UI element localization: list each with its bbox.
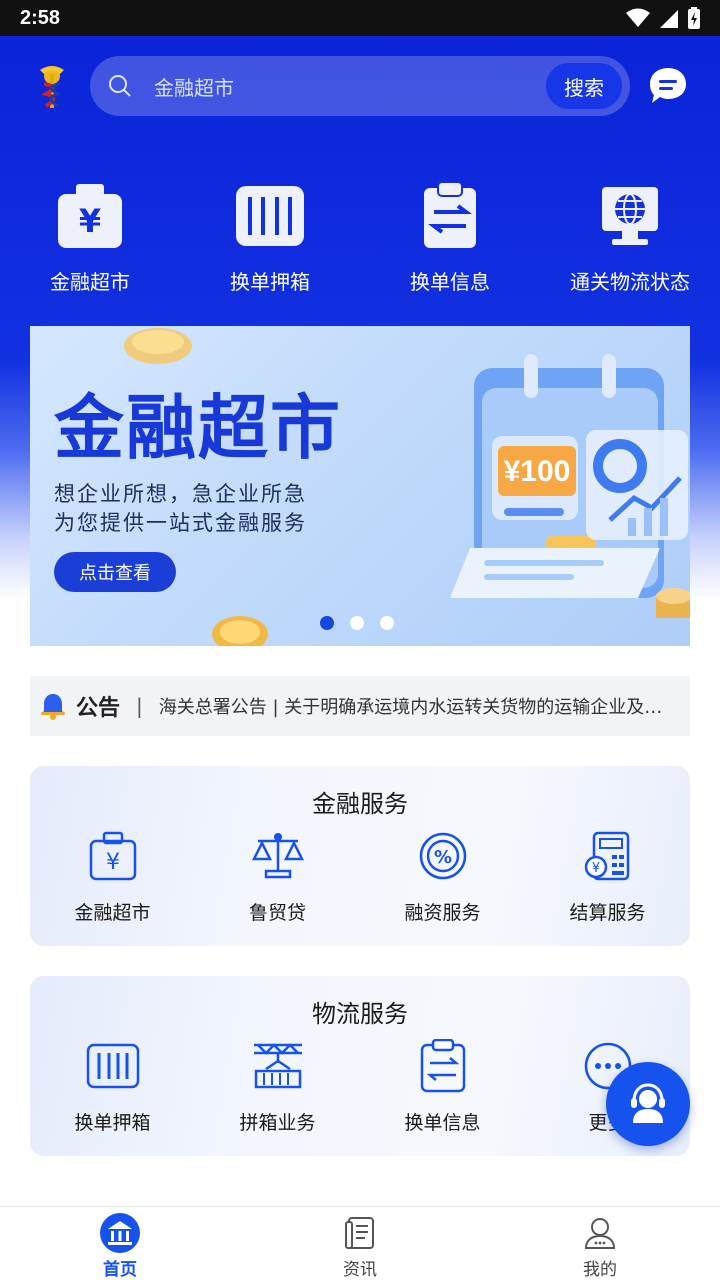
search-bar[interactable]: 金融超市 搜索 [90, 56, 630, 116]
wifi-icon [626, 8, 650, 27]
wallet-yen-icon: ¥ [54, 180, 126, 252]
banner-title: 金融超市 [54, 387, 342, 469]
banner-subtitle-line: 为您提供一站式金融服务 [54, 511, 307, 535]
logistics-services-card: 物流服务 换单押箱 拼箱业务 换单信息 更多 [30, 976, 690, 1156]
scale-icon [250, 828, 306, 884]
service-item-finance-market[interactable]: ¥ 金融超市 [30, 828, 195, 925]
service-item-lumaodai[interactable]: 鲁贸贷 [195, 828, 360, 925]
status-bar: 2:58 [0, 0, 720, 36]
tab-news[interactable]: 资讯 [240, 1207, 480, 1280]
service-item-label: 金融超市 [74, 902, 151, 924]
svg-text:¥: ¥ [106, 850, 120, 875]
user-icon [579, 1213, 621, 1253]
customs-logo-icon[interactable] [32, 60, 72, 112]
service-item-label: 换单押箱 [74, 1112, 151, 1134]
clipboard-exchange-icon [414, 180, 486, 252]
container-icon [234, 180, 306, 252]
notice-text[interactable]: 海关总署公告 | 关于明确承运境内水运转关货物的运输企业及其船舶的条件... [159, 693, 671, 719]
wallet-yen-icon: ¥ [85, 828, 141, 884]
tab-label: 我的 [583, 1260, 617, 1280]
service-item-container-exchange[interactable]: 换单押箱 [30, 1038, 195, 1135]
search-icon [90, 74, 150, 98]
quick-item-label: 换单信息 [410, 270, 490, 294]
quick-item-label: 金融超市 [50, 270, 130, 294]
section-title: 金融服务 [312, 790, 408, 818]
promo-banner[interactable]: 金融超市 想企业所想，急企业所急 为您提供一站式金融服务 点击查看 ¥100 [30, 326, 690, 646]
banner-subtitle-line: 想企业所想，急企业所急 [54, 482, 307, 506]
bell-icon [41, 694, 65, 720]
tab-label: 资讯 [343, 1260, 377, 1280]
banner-dot[interactable] [320, 616, 334, 630]
banner-pagination [320, 616, 394, 630]
banner-card-amount: ¥100 [504, 455, 571, 488]
calendar-finance-illustration: ¥100 [450, 354, 690, 618]
container-icon [85, 1038, 141, 1094]
home-bank-icon [99, 1213, 141, 1253]
tab-profile[interactable]: 我的 [480, 1207, 720, 1280]
service-item-label: 结算服务 [569, 902, 646, 924]
finance-services-grid: ¥ 金融超市 鲁贸贷 % 融资服务 ¥ 结算服务 [30, 828, 690, 925]
monitor-globe-icon [594, 180, 666, 252]
service-item-settlement[interactable]: ¥ 结算服务 [525, 828, 690, 925]
logistics-services-grid: 换单押箱 拼箱业务 换单信息 更多 [30, 1038, 690, 1135]
service-item-exchange-info[interactable]: 换单信息 [360, 1038, 525, 1135]
quick-item-container-exchange[interactable]: 换单押箱 [180, 180, 360, 295]
quick-item-customs-logistics-status[interactable]: 通关物流状态 [540, 180, 720, 295]
service-item-label: 拼箱业务 [239, 1112, 316, 1134]
calculator-icon: ¥ [580, 828, 636, 884]
banner-subtitle: 想企业所想，急企业所急 为您提供一站式金融服务 [54, 480, 307, 538]
notice-bar[interactable]: 公告 | 海关总署公告 | 关于明确承运境内水运转关货物的运输企业及其船舶的条件… [30, 676, 690, 736]
quick-menu: ¥ 金融超市 换单押箱 换单信息 通关物流状态 [0, 180, 720, 295]
crane-container-icon [250, 1038, 306, 1094]
finance-services-card: 金融服务 ¥ 金融超市 鲁贸贷 % 融资服务 ¥ 结算服务 [30, 766, 690, 946]
customer-service-button[interactable] [606, 1062, 690, 1146]
signal-icon [660, 10, 678, 28]
tab-label: 首页 [103, 1260, 137, 1280]
top-header: 金融超市 搜索 [0, 56, 720, 116]
quick-item-label: 换单押箱 [230, 270, 310, 294]
service-item-label: 融资服务 [404, 902, 481, 924]
quick-item-exchange-info[interactable]: 换单信息 [360, 180, 540, 295]
service-item-financing[interactable]: % 融资服务 [360, 828, 525, 925]
tab-home[interactable]: 首页 [0, 1207, 240, 1280]
search-input[interactable]: 金融超市 [150, 72, 546, 101]
coin-decoration-icon [212, 616, 268, 646]
quick-item-finance-market[interactable]: ¥ 金融超市 [0, 180, 180, 295]
quick-item-label: 通关物流状态 [570, 270, 690, 294]
headset-icon [631, 1083, 665, 1123]
section-title: 物流服务 [312, 1000, 408, 1028]
svg-text:%: % [433, 847, 451, 868]
status-icons [626, 7, 700, 29]
service-item-lcl[interactable]: 拼箱业务 [195, 1038, 360, 1135]
svg-text:¥: ¥ [591, 861, 599, 876]
message-icon[interactable] [648, 66, 688, 106]
notice-separator: | [136, 694, 143, 718]
search-button[interactable]: 搜索 [546, 63, 622, 109]
percent-circle-icon: % [415, 828, 471, 884]
banner-dot[interactable] [380, 616, 394, 630]
clipboard-exchange-icon [415, 1038, 471, 1094]
service-item-label: 换单信息 [404, 1112, 481, 1134]
battery-icon [688, 7, 700, 29]
news-icon [339, 1213, 381, 1253]
coin-decoration-icon [124, 328, 192, 364]
service-item-label: 鲁贸贷 [248, 902, 306, 924]
svg-text:¥: ¥ [79, 202, 101, 240]
banner-dot[interactable] [350, 616, 364, 630]
banner-view-button[interactable]: 点击查看 [54, 552, 176, 592]
notice-title: 公告 [76, 696, 121, 721]
status-time: 2:58 [20, 6, 61, 29]
bottom-tab-bar: 首页 资讯 我的 [0, 1206, 720, 1280]
